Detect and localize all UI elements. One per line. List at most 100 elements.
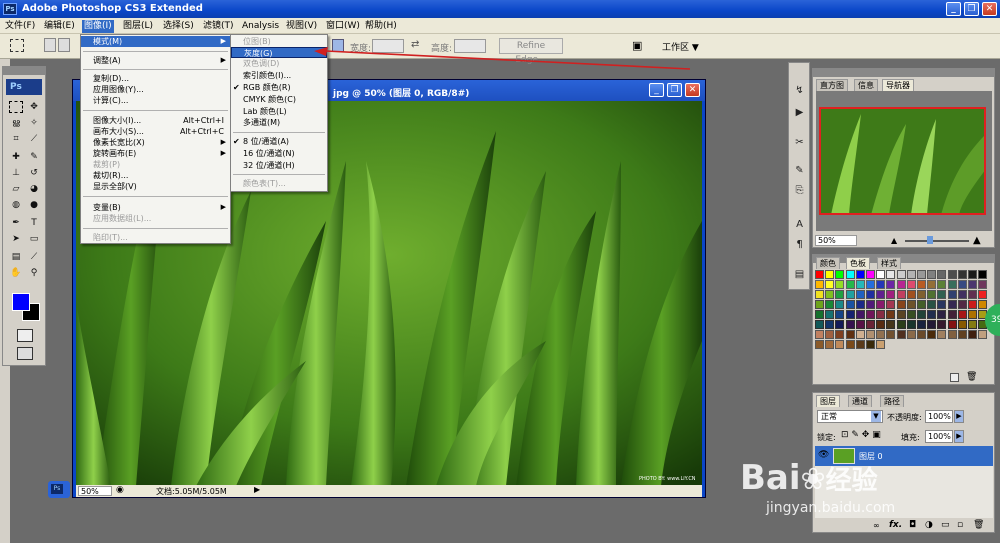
swatch-cell[interactable] <box>845 340 855 349</box>
swatch-cell[interactable] <box>815 330 824 339</box>
swatch-cell[interactable] <box>978 290 988 299</box>
menu-window[interactable]: 窗口(W) <box>324 20 362 33</box>
swatch-cell[interactable] <box>968 330 977 339</box>
swatch-cell[interactable] <box>825 340 835 349</box>
pen-icon[interactable]: ✒ <box>9 217 23 229</box>
zoom-in-icon[interactable]: ▲ <box>973 235 981 246</box>
mode-lab[interactable]: Lab 颜色(L) <box>231 106 327 117</box>
menu-item-adjust[interactable]: 调整(A) ▶ <box>81 55 230 66</box>
notes-icon[interactable]: ▤ <box>9 251 23 263</box>
swatch-cell[interactable] <box>886 280 896 289</box>
menu-item-rotate-canvas[interactable]: 旋转画布(E) ▶ <box>81 148 230 159</box>
swatch-cell[interactable] <box>937 290 947 299</box>
fill-input[interactable]: 100% <box>925 430 953 443</box>
swatch-cell[interactable] <box>947 330 957 339</box>
swatch-cell[interactable] <box>937 330 947 339</box>
swatch-cell[interactable] <box>896 330 906 339</box>
fill-slider-arrow-icon[interactable]: ▶ <box>954 430 964 443</box>
swatch-cell[interactable] <box>855 280 865 289</box>
swatch-cell[interactable] <box>937 280 947 289</box>
swatch-cell[interactable] <box>845 310 855 319</box>
menu-item-image-size[interactable]: 图像大小(I)... Alt+Ctrl+I <box>81 115 230 126</box>
brush-icon[interactable]: ✎ <box>27 151 41 163</box>
new-group-icon[interactable]: ▭ <box>941 520 950 530</box>
swatch-cell[interactable] <box>906 270 916 279</box>
mode-bitmap[interactable]: 位图(B) <box>231 36 327 47</box>
swatch-cell[interactable] <box>927 280 937 289</box>
menu-item-calculations[interactable]: 计算(C)... <box>81 95 230 106</box>
swatch-cell[interactable] <box>866 320 875 329</box>
swatch-cell[interactable] <box>886 270 896 279</box>
slice-icon[interactable]: ⟋ <box>27 133 41 145</box>
swatch-cell[interactable] <box>855 320 865 329</box>
swatch-cell[interactable] <box>896 320 906 329</box>
menu-analysis[interactable]: Analysis <box>240 20 281 33</box>
swatch-cell[interactable] <box>825 270 835 279</box>
mode-32bit[interactable]: 32 位/通道(H) <box>231 160 327 171</box>
swatch-cell[interactable] <box>957 290 967 299</box>
swatch-cell[interactable] <box>855 340 865 349</box>
swatch-cell[interactable] <box>845 300 855 309</box>
magic-wand-icon[interactable]: ✧ <box>27 117 41 129</box>
swatch-cell[interactable] <box>855 300 865 309</box>
swatch-cell[interactable] <box>835 330 845 339</box>
swatch-cell[interactable] <box>815 280 824 289</box>
swatch-cell[interactable] <box>968 300 977 309</box>
doc-restore-button[interactable]: ❐ <box>667 83 682 97</box>
doc-close-button[interactable]: ✕ <box>685 83 700 97</box>
lasso-icon[interactable]: ൠ <box>9 117 23 129</box>
swatch-cell[interactable] <box>896 280 906 289</box>
menu-item-variables[interactable]: 变量(B) ▶ <box>81 202 230 213</box>
swatch-cell[interactable] <box>927 320 937 329</box>
menu-select[interactable]: 选择(S) <box>161 20 196 33</box>
tab-info[interactable]: 信息 <box>854 79 878 91</box>
swatch-cell[interactable] <box>927 300 937 309</box>
menu-item-apply-data-set[interactable]: 应用数据组(L)... <box>81 213 230 224</box>
menu-file[interactable]: 文件(F) <box>3 20 37 33</box>
swatch-cell[interactable] <box>845 330 855 339</box>
selection-mode-new-icon[interactable] <box>44 38 56 52</box>
opacity-slider-arrow-icon[interactable]: ▶ <box>954 410 964 423</box>
tool-presets-icon[interactable]: ✂ <box>792 135 807 150</box>
swatch-cell[interactable] <box>978 280 988 289</box>
swatch-cell[interactable] <box>866 290 875 299</box>
menu-item-duplicate[interactable]: 复制(D)... <box>81 73 230 84</box>
swatch-cell[interactable] <box>866 340 875 349</box>
swatch-cell[interactable] <box>968 270 977 279</box>
swatch-cell[interactable] <box>917 290 926 299</box>
swatch-cell[interactable] <box>947 310 957 319</box>
minimized-doc-tab[interactable]: Ps <box>48 481 70 498</box>
swatch-cell[interactable] <box>855 270 865 279</box>
swatch-cell[interactable] <box>876 340 886 349</box>
new-swatch-icon[interactable] <box>950 373 959 382</box>
blend-mode-select[interactable]: 正常 ▼ <box>817 410 883 423</box>
tab-styles[interactable]: 样式 <box>877 257 901 269</box>
hand-icon[interactable]: ✋ <box>9 267 23 279</box>
mode-8bit[interactable]: ✔ 8 位/通道(A) <box>231 136 327 147</box>
stamp-icon[interactable]: ⊥ <box>9 167 23 179</box>
swatch-cell[interactable] <box>876 270 886 279</box>
swatch-cell[interactable] <box>906 330 916 339</box>
actions-panel-icon[interactable]: ▶ <box>792 105 807 120</box>
swatch-cell[interactable] <box>937 270 947 279</box>
swatch-cell[interactable] <box>855 290 865 299</box>
quick-mask-icon[interactable] <box>17 329 33 342</box>
swatch-cell[interactable] <box>835 310 845 319</box>
swatch-cell[interactable] <box>896 300 906 309</box>
swatch-cell[interactable] <box>876 310 886 319</box>
swatch-cell[interactable] <box>968 280 977 289</box>
swatch-cell[interactable] <box>957 310 967 319</box>
swatch-cell[interactable] <box>896 310 906 319</box>
crop-icon[interactable]: ⌗ <box>9 133 23 145</box>
marquee-tool-icon[interactable] <box>10 39 24 52</box>
swatch-cell[interactable] <box>825 280 835 289</box>
swatch-cell[interactable] <box>927 330 937 339</box>
screen-mode-icon[interactable] <box>17 347 33 360</box>
healing-brush-icon[interactable]: ✚ <box>9 151 23 163</box>
mode-16bit[interactable]: 16 位/通道(N) <box>231 148 327 159</box>
swatch-cell[interactable] <box>917 330 926 339</box>
swatch-cell[interactable] <box>815 310 824 319</box>
zoom-slider-thumb[interactable] <box>927 236 933 244</box>
swatch-cell[interactable] <box>927 270 937 279</box>
tab-swatches[interactable]: 色板 <box>846 257 870 269</box>
